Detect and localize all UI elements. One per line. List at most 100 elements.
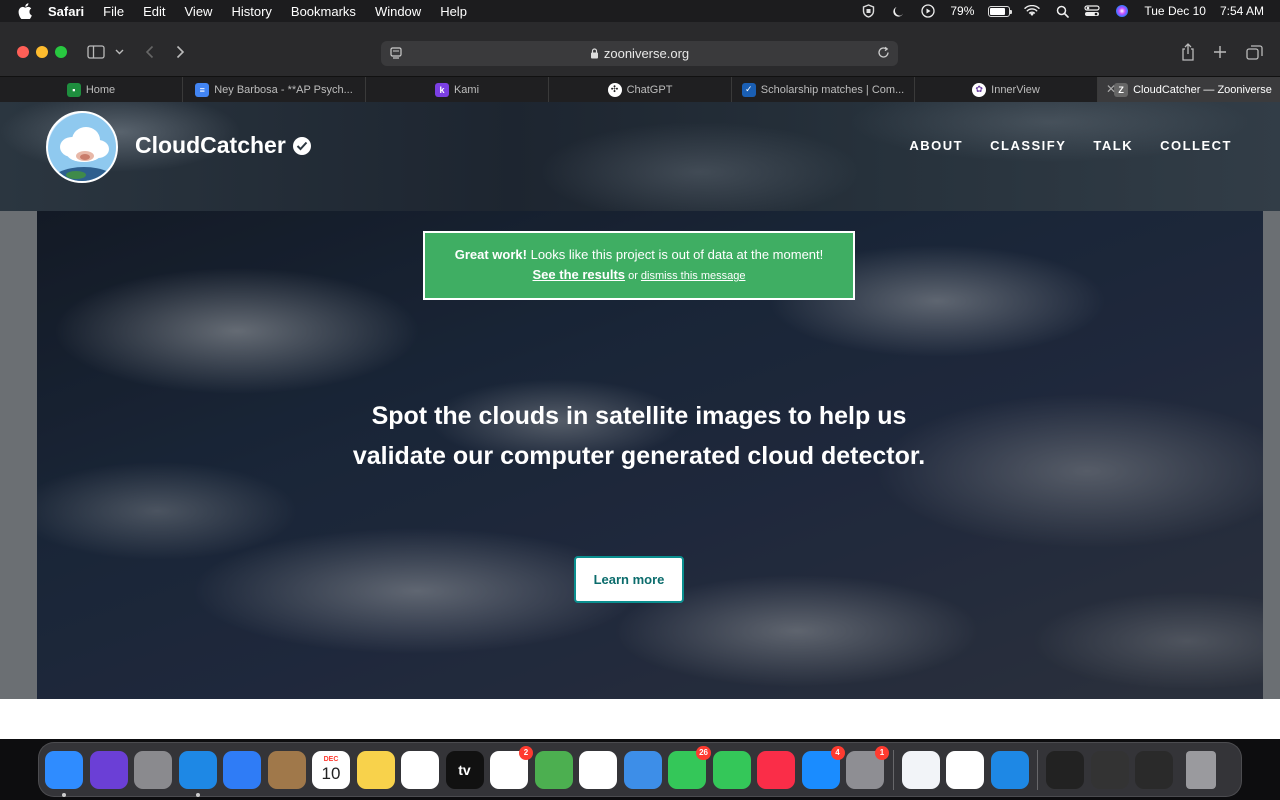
project-header: CloudCatcher ABOUT CLASSIFY TALK COLLECT bbox=[0, 102, 1280, 211]
nav-collect[interactable]: COLLECT bbox=[1160, 138, 1232, 153]
tab-label: Ney Barbosa - **AP Psych... bbox=[214, 83, 353, 96]
new-tab-icon[interactable] bbox=[1211, 39, 1229, 65]
cloud-logo-icon bbox=[48, 113, 116, 181]
innerview-icon: ✿ bbox=[972, 82, 987, 97]
learn-more-button[interactable]: Learn more bbox=[574, 556, 684, 603]
running-indicator bbox=[195, 792, 200, 797]
share-icon[interactable] bbox=[1178, 39, 1198, 65]
page-settings-icon[interactable] bbox=[389, 46, 403, 63]
classroom-icon: ▪ bbox=[66, 82, 81, 97]
tab-overview-icon[interactable] bbox=[1244, 39, 1264, 65]
dock-screenshot-1-icon[interactable] bbox=[1046, 750, 1084, 789]
nav-classify[interactable]: CLASSIFY bbox=[990, 138, 1066, 153]
dock-maps-icon[interactable] bbox=[534, 750, 573, 789]
tab-chatgpt[interactable]: ✣ ChatGPT bbox=[549, 77, 732, 102]
kami-icon: k bbox=[434, 82, 449, 97]
tab-kami[interactable]: k Kami bbox=[366, 77, 549, 102]
battery-level bbox=[990, 7, 1005, 15]
minimize-window-button[interactable] bbox=[36, 46, 48, 58]
dock-chrome-icon[interactable] bbox=[946, 750, 984, 789]
moon-icon[interactable] bbox=[890, 4, 906, 18]
siri-icon[interactable] bbox=[1114, 4, 1130, 18]
shield-icon[interactable] bbox=[860, 4, 876, 18]
dock-finder-icon[interactable] bbox=[45, 750, 83, 797]
dock-contacts-icon[interactable] bbox=[267, 750, 306, 789]
notification-badge: 4 bbox=[830, 745, 845, 760]
close-window-button[interactable] bbox=[17, 46, 29, 58]
project-title[interactable]: CloudCatcher bbox=[135, 132, 286, 159]
dock-freeform-icon[interactable] bbox=[401, 750, 439, 789]
dock-launchpad-icon[interactable] bbox=[134, 750, 172, 789]
dock-trash-icon[interactable] bbox=[1185, 750, 1216, 789]
menu-edit[interactable]: Edit bbox=[143, 4, 165, 19]
nav-talk[interactable]: TALK bbox=[1093, 138, 1133, 153]
control-center-icon[interactable] bbox=[1084, 4, 1100, 18]
dock-separator bbox=[1037, 749, 1038, 790]
menu-window[interactable]: Window bbox=[375, 4, 421, 19]
address-bar[interactable]: zooniverse.org bbox=[381, 41, 898, 66]
apple-icon[interactable] bbox=[16, 3, 34, 19]
dock-notes-icon[interactable] bbox=[356, 750, 395, 789]
reload-icon[interactable] bbox=[877, 46, 890, 62]
notice-strong: Great work! bbox=[454, 247, 527, 262]
menu-history[interactable]: History bbox=[231, 4, 271, 19]
tab-label: Kami bbox=[453, 83, 480, 96]
tab-bar: ▪ Home ≡ Ney Barbosa - **AP Psych... k K… bbox=[0, 77, 1280, 102]
scholarship-icon: ✓ bbox=[741, 82, 756, 97]
dock-music-icon[interactable] bbox=[757, 750, 795, 789]
menu-view[interactable]: View bbox=[185, 4, 213, 19]
dock-icon-label: tv bbox=[458, 761, 471, 778]
tab-cloudcatcher[interactable]: ✕ Z CloudCatcher — Zooniverse bbox=[1098, 77, 1280, 102]
battery-icon[interactable] bbox=[988, 5, 1013, 17]
calendar-month: DEC bbox=[323, 756, 339, 763]
dismiss-message-link[interactable]: dismiss this message bbox=[641, 270, 746, 282]
hero-section: Great work! Looks like this project is o… bbox=[0, 211, 1280, 699]
project-tagline: Spot the clouds in satellite images to h… bbox=[352, 402, 926, 470]
chevron-down-icon[interactable] bbox=[112, 39, 126, 65]
dock-weather-icon[interactable] bbox=[623, 750, 662, 789]
forward-button[interactable] bbox=[171, 39, 189, 65]
close-tab-icon[interactable]: ✕ bbox=[1106, 82, 1116, 96]
tab-innerview[interactable]: ✿ InnerView bbox=[915, 77, 1098, 102]
zoom-window-button[interactable] bbox=[55, 46, 67, 58]
dock-safari-icon[interactable] bbox=[178, 750, 217, 797]
dock-screenshot-3-icon[interactable] bbox=[1135, 750, 1173, 789]
dock-photos-icon[interactable] bbox=[579, 750, 617, 789]
menu-time[interactable]: 7:54 AM bbox=[1220, 4, 1264, 18]
menu-date[interactable]: Tue Dec 10 bbox=[1144, 4, 1206, 18]
tab-home[interactable]: ▪ Home bbox=[0, 77, 183, 102]
menu-app-safari[interactable]: Safari bbox=[48, 4, 84, 19]
menu-file[interactable]: File bbox=[103, 4, 124, 19]
dock-calendar-icon[interactable]: DEC 10 bbox=[312, 750, 350, 789]
dock-facetime-icon[interactable] bbox=[712, 750, 751, 789]
wifi-icon[interactable] bbox=[1024, 4, 1041, 18]
dock-cortex-icon[interactable] bbox=[901, 750, 940, 789]
menu-help[interactable]: Help bbox=[440, 4, 467, 19]
dock-messages-icon[interactable]: 26 bbox=[668, 745, 711, 789]
tab-ap-psych-doc[interactable]: ≡ Ney Barbosa - **AP Psych... bbox=[183, 77, 366, 102]
dock-siri-icon[interactable] bbox=[89, 750, 128, 789]
dock-mail-icon[interactable] bbox=[223, 750, 261, 789]
spotlight-search-icon[interactable] bbox=[1054, 4, 1070, 18]
tab-scholarship-matches[interactable]: ✓ Scholarship matches | Com... bbox=[732, 77, 915, 102]
dock-reminders-icon[interactable]: 2 bbox=[490, 745, 533, 789]
nav-about[interactable]: ABOUT bbox=[909, 138, 963, 153]
menu-bookmarks[interactable]: Bookmarks bbox=[291, 4, 356, 19]
dock-tv-icon[interactable]: tv bbox=[445, 750, 484, 789]
project-nav: ABOUT CLASSIFY TALK COLLECT bbox=[909, 138, 1232, 153]
tab-label: Home bbox=[85, 83, 116, 96]
notification-badge: 2 bbox=[519, 745, 533, 760]
dock-screenshot-2-icon[interactable] bbox=[1090, 750, 1129, 789]
play-circle-icon[interactable] bbox=[920, 4, 936, 18]
sidebar-toggle-icon[interactable] bbox=[85, 39, 107, 65]
notice-actions: See the results or dismiss this message bbox=[425, 267, 853, 282]
see-results-link[interactable]: See the results bbox=[533, 267, 626, 282]
chatgpt-icon: ✣ bbox=[607, 82, 622, 97]
battery-percent: 79% bbox=[950, 4, 975, 18]
dock-separator bbox=[892, 749, 894, 790]
project-avatar[interactable] bbox=[46, 111, 118, 183]
dock-system-settings-icon[interactable]: 1 bbox=[846, 745, 889, 789]
dock-app-store-icon[interactable]: 4 bbox=[801, 745, 845, 789]
dock-dolphin-icon[interactable] bbox=[990, 750, 1029, 789]
back-button[interactable] bbox=[140, 39, 158, 65]
